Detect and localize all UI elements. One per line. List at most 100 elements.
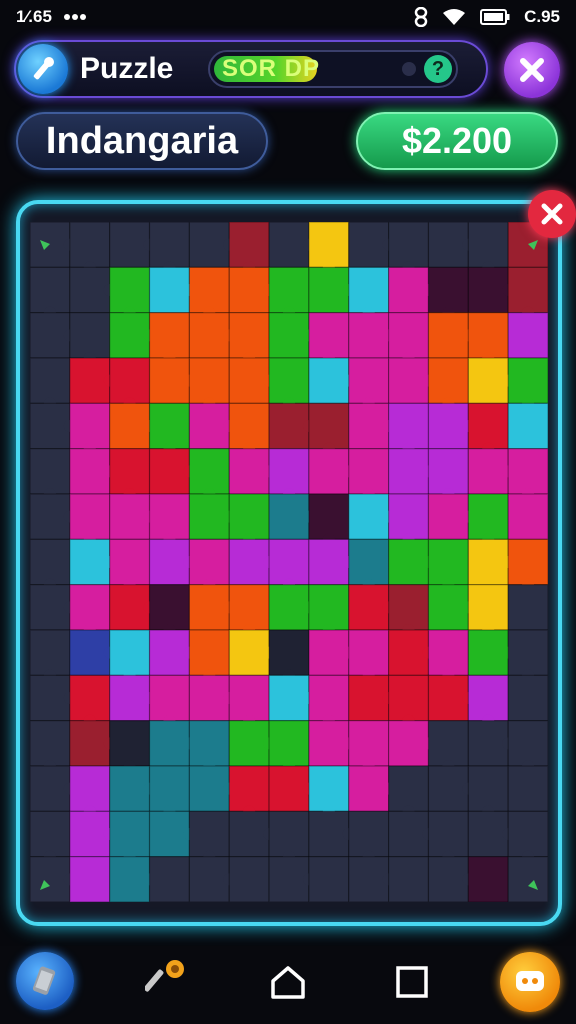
puzzle-piece[interactable] — [228, 674, 270, 722]
puzzle-piece[interactable] — [308, 584, 350, 631]
puzzle-piece[interactable] — [268, 810, 310, 858]
puzzle-piece[interactable] — [69, 674, 111, 722]
puzzle-piece[interactable] — [507, 357, 548, 404]
inventory-button[interactable] — [16, 952, 74, 1010]
puzzle-piece[interactable] — [388, 765, 430, 812]
balance-badge[interactable]: $2.200 — [356, 112, 558, 170]
puzzle-piece[interactable] — [268, 720, 310, 767]
puzzle-piece[interactable] — [148, 493, 190, 540]
puzzle-piece[interactable] — [467, 856, 509, 902]
puzzle-piece[interactable] — [148, 584, 190, 631]
puzzle-piece[interactable] — [268, 448, 310, 495]
puzzle-piece[interactable] — [30, 538, 71, 586]
puzzle-piece[interactable] — [268, 629, 310, 676]
puzzle-piece[interactable] — [467, 765, 509, 812]
puzzle-piece[interactable] — [148, 312, 190, 359]
puzzle-piece[interactable] — [30, 720, 71, 767]
puzzle-piece[interactable] — [308, 402, 350, 450]
puzzle-piece[interactable] — [388, 402, 430, 450]
puzzle-piece[interactable] — [30, 266, 71, 314]
puzzle-piece[interactable] — [188, 357, 230, 404]
chat-button[interactable] — [500, 952, 560, 1012]
puzzle-piece[interactable] — [427, 448, 469, 495]
puzzle-piece[interactable] — [507, 629, 548, 676]
puzzle-piece[interactable] — [308, 765, 350, 812]
puzzle-piece[interactable] — [348, 357, 390, 404]
puzzle-piece[interactable] — [188, 629, 230, 676]
puzzle-piece[interactable] — [69, 222, 111, 268]
tool-button[interactable] — [18, 44, 68, 94]
puzzle-piece[interactable] — [109, 538, 151, 586]
puzzle-piece[interactable] — [109, 357, 151, 404]
puzzle-piece[interactable] — [268, 357, 310, 404]
puzzle-piece[interactable] — [388, 312, 430, 359]
puzzle-piece[interactable] — [507, 493, 548, 540]
puzzle-piece[interactable] — [507, 538, 548, 586]
puzzle-piece[interactable] — [148, 856, 190, 902]
puzzle-piece[interactable] — [427, 810, 469, 858]
puzzle-piece[interactable] — [388, 674, 430, 722]
puzzle-piece[interactable] — [467, 312, 509, 359]
puzzle-piece[interactable] — [148, 765, 190, 812]
puzzle-piece[interactable] — [467, 674, 509, 722]
puzzle-piece[interactable] — [507, 266, 548, 314]
puzzle-piece[interactable] — [148, 222, 190, 268]
puzzle-piece[interactable] — [109, 266, 151, 314]
puzzle-piece[interactable] — [148, 402, 190, 450]
puzzle-piece[interactable] — [348, 810, 390, 858]
puzzle-piece[interactable] — [427, 538, 469, 586]
puzzle-piece[interactable] — [268, 538, 310, 586]
puzzle-piece[interactable] — [507, 810, 548, 858]
puzzle-piece[interactable] — [109, 448, 151, 495]
home-button[interactable] — [262, 956, 314, 1008]
puzzle-piece[interactable] — [188, 720, 230, 767]
puzzle-piece[interactable] — [507, 584, 548, 631]
recents-button[interactable] — [386, 956, 438, 1008]
puzzle-piece[interactable] — [467, 584, 509, 631]
puzzle-piece[interactable] — [228, 493, 270, 540]
puzzle-piece[interactable] — [228, 402, 270, 450]
puzzle-piece[interactable] — [467, 402, 509, 450]
puzzle-piece[interactable] — [507, 720, 548, 767]
puzzle-piece[interactable] — [188, 266, 230, 314]
puzzle-piece[interactable] — [109, 629, 151, 676]
puzzle-piece[interactable] — [69, 856, 111, 902]
puzzle-piece[interactable] — [109, 810, 151, 858]
puzzle-piece[interactable] — [30, 448, 71, 495]
puzzle-piece[interactable] — [507, 765, 548, 812]
puzzle-piece[interactable] — [308, 493, 350, 540]
puzzle-piece[interactable] — [268, 266, 310, 314]
puzzle-piece[interactable] — [69, 765, 111, 812]
puzzle-grid[interactable] — [30, 222, 548, 902]
puzzle-piece[interactable] — [228, 222, 270, 268]
puzzle-piece[interactable] — [188, 448, 230, 495]
puzzle-piece[interactable] — [30, 810, 71, 858]
puzzle-piece[interactable] — [308, 674, 350, 722]
puzzle-piece[interactable] — [348, 448, 390, 495]
puzzle-piece[interactable] — [388, 222, 430, 268]
puzzle-piece[interactable] — [507, 312, 548, 359]
puzzle-piece[interactable] — [348, 538, 390, 586]
puzzle-piece[interactable] — [148, 674, 190, 722]
puzzle-piece[interactable] — [427, 357, 469, 404]
board-close-button[interactable] — [528, 190, 576, 238]
puzzle-piece[interactable] — [30, 629, 71, 676]
help-button[interactable]: ? — [424, 55, 452, 83]
puzzle-piece[interactable] — [69, 312, 111, 359]
puzzle-piece[interactable] — [348, 266, 390, 314]
puzzle-piece[interactable] — [188, 538, 230, 586]
puzzle-piece[interactable] — [507, 674, 548, 722]
puzzle-piece[interactable] — [507, 448, 548, 495]
puzzle-piece[interactable] — [388, 856, 430, 902]
puzzle-piece[interactable] — [109, 720, 151, 767]
puzzle-piece[interactable] — [467, 493, 509, 540]
puzzle-piece[interactable] — [467, 222, 509, 268]
close-button[interactable] — [504, 42, 560, 98]
puzzle-piece[interactable] — [507, 402, 548, 450]
puzzle-piece[interactable] — [388, 584, 430, 631]
puzzle-piece[interactable] — [228, 584, 270, 631]
puzzle-piece[interactable] — [228, 312, 270, 359]
puzzle-piece[interactable] — [69, 402, 111, 450]
puzzle-piece[interactable] — [30, 357, 71, 404]
key-button[interactable] — [140, 954, 194, 1008]
